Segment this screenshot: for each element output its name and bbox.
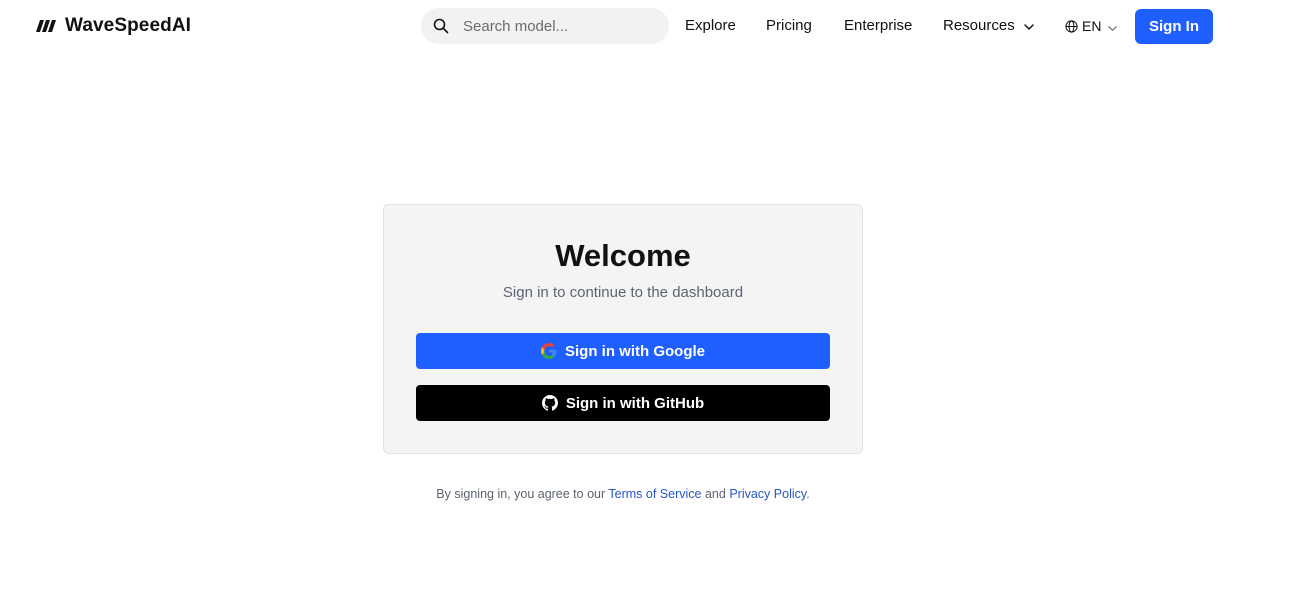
chevron-down-icon [1023,20,1035,32]
nav-resources-label: Resources [943,17,1015,34]
github-icon [541,395,558,411]
search-input[interactable] [461,16,661,36]
language-selector[interactable]: EN [1065,18,1118,34]
nav-explore[interactable]: Explore [685,17,736,34]
login-card: Welcome Sign in to continue to the dashb… [383,204,863,454]
nav-resources-dropdown[interactable]: Resources [943,17,1035,34]
privacy-policy-link[interactable]: Privacy Policy [729,487,806,501]
sign-in-github-button[interactable]: Sign in with GitHub [416,385,830,421]
top-navigation-bar: WaveSpeedAI Explore Pricing Enterprise R… [0,0,1312,54]
page-subtitle: Sign in to continue to the dashboard [502,284,744,301]
logo-icon [34,14,58,38]
sign-in-button[interactable]: Sign In [1135,9,1213,44]
chevron-down-icon [1107,21,1118,32]
logo-text: WaveSpeedAI [65,15,192,36]
nav-pricing[interactable]: Pricing [766,17,812,34]
nav-enterprise[interactable]: Enterprise [844,17,912,34]
search-icon [433,18,449,34]
globe-icon [1065,19,1078,33]
terms-of-service-link[interactable]: Terms of Service [608,487,701,501]
terms-notice: By signing in, you agree to our Terms of… [0,487,1246,501]
logo-link[interactable]: WaveSpeedAI [34,14,191,38]
terms-prefix: By signing in, you agree to our [436,487,606,501]
search-box[interactable] [421,8,669,44]
page-title: Welcome [555,238,691,273]
terms-conjunction: and [704,487,726,501]
sign-in-google-label: Sign in with Google [565,342,705,360]
sign-in-google-button[interactable]: Sign in with Google [416,333,830,369]
language-label: EN [1082,18,1102,34]
terms-suffix: . [806,487,810,501]
sign-in-github-label: Sign in with GitHub [565,394,705,412]
google-icon [541,343,557,359]
